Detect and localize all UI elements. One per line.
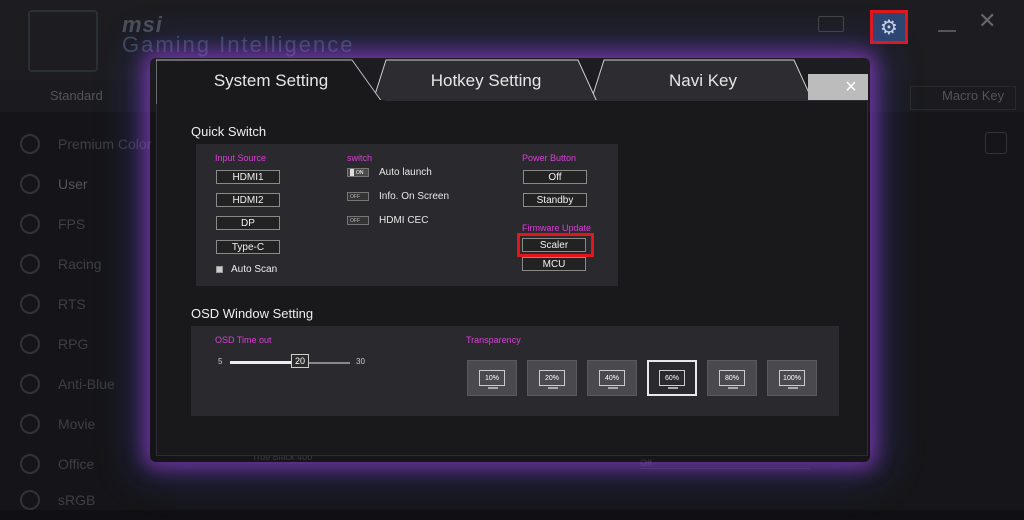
gear-icon: ⚙: [880, 16, 898, 39]
sidebar-item-srgb[interactable]: sRGB: [20, 480, 95, 520]
input-type-c-button[interactable]: Type-C: [216, 240, 280, 254]
color-icon: [20, 134, 40, 154]
monitor-icon: 40%: [599, 370, 625, 389]
brand-subtitle: Gaming Intelligence: [122, 32, 355, 57]
auto-launch-label: Auto launch: [379, 167, 432, 178]
monitor-icon: 60%: [659, 370, 685, 389]
toggle-knob: [350, 169, 354, 176]
rgb-icon: [20, 490, 40, 510]
transparency-label: Transparency: [466, 335, 521, 345]
power-button-label: Power Button: [522, 153, 577, 163]
hdmi-cec-row: OFF HDMI CEC: [347, 215, 428, 226]
refresh-icon[interactable]: [985, 132, 1007, 154]
auto-scan-row[interactable]: Auto Scan: [216, 264, 277, 275]
sidebar-item-movie[interactable]: Movie: [20, 404, 95, 444]
monitor-icon: 20%: [539, 370, 565, 389]
info-on-screen-row: OFF Info. On Screen: [347, 191, 449, 202]
monitor-icon: 100%: [779, 370, 805, 389]
close-icon: ×: [845, 75, 857, 98]
tab-hotkey-setting[interactable]: Hotkey Setting: [372, 58, 600, 104]
eye-icon: [20, 374, 40, 394]
toggle-state: ON: [356, 169, 364, 176]
toggle-state: OFF: [350, 193, 360, 200]
crosshair-icon: [20, 214, 40, 234]
input-hdmi2-button[interactable]: HDMI2: [216, 193, 280, 207]
osd-timeout-slider-fill: [230, 361, 300, 364]
monitor-icon: 10%: [479, 370, 505, 389]
transparency-10-button[interactable]: 10%: [467, 360, 517, 396]
auto-scan-checkbox[interactable]: [216, 266, 223, 273]
shield-icon: [20, 334, 40, 354]
sidebar-item-user[interactable]: User: [20, 164, 88, 204]
sidebar-item-fps[interactable]: FPS: [20, 204, 85, 244]
input-hdmi1-button[interactable]: HDMI1: [216, 170, 280, 184]
power-off-button[interactable]: Off: [523, 170, 587, 184]
power-standby-button[interactable]: Standby: [523, 193, 587, 207]
transparency-100-button[interactable]: 100%: [767, 360, 817, 396]
film-icon: [20, 414, 40, 434]
hdmi-cec-toggle[interactable]: OFF: [347, 216, 369, 225]
speedometer-icon: [20, 254, 40, 274]
transparency-20-button[interactable]: 20%: [527, 360, 577, 396]
modal-close-button[interactable]: ×: [838, 74, 864, 100]
monitor-icon: 80%: [719, 370, 745, 389]
input-source-label: Input Source: [215, 153, 267, 163]
firmware-scaler-button[interactable]: Scaler: [522, 238, 586, 252]
hdmi-cec-label: HDMI CEC: [379, 215, 429, 226]
sidebar-item-premium-color[interactable]: Premium Color: [20, 124, 151, 164]
transparency-40-button[interactable]: 40%: [587, 360, 637, 396]
osd-timeout-slider-thumb[interactable]: 20: [291, 354, 309, 368]
firmware-mcu-button[interactable]: MCU: [522, 257, 586, 271]
transparency-60-button[interactable]: 60%: [647, 360, 697, 396]
input-dp-button[interactable]: DP: [216, 216, 280, 230]
info-on-screen-toggle[interactable]: OFF: [347, 192, 369, 201]
osd-window-title: OSD Window Setting: [191, 306, 314, 321]
sidebar-item-rpg[interactable]: RPG: [20, 324, 88, 364]
firmware-update-label: Firmware Update: [522, 223, 592, 233]
tab-navi-key[interactable]: Navi Key: [590, 58, 816, 104]
user-icon: [20, 174, 40, 194]
toggle-state: OFF: [350, 217, 360, 224]
osd-timeout-label: OSD Time out: [215, 335, 272, 345]
settings-gear-button[interactable]: ⚙: [870, 10, 908, 44]
msi-dragon-logo: [28, 10, 98, 72]
window-close-button[interactable]: ✕: [978, 8, 996, 34]
switch-label: switch: [347, 153, 373, 163]
quick-switch-title: Quick Switch: [191, 124, 267, 139]
tab-macro-key[interactable]: Macro Key: [942, 88, 1004, 103]
sidebar-item-anti-blue[interactable]: Anti-Blue: [20, 364, 115, 404]
sidebar-item-rts[interactable]: RTS: [20, 284, 86, 324]
slider-max-value: 30: [356, 357, 365, 366]
sidebar-item-office[interactable]: Office: [20, 444, 94, 484]
tab-standard[interactable]: Standard: [50, 88, 103, 103]
tab-system-setting[interactable]: System Setting: [156, 58, 386, 104]
auto-launch-row: ON Auto launch: [347, 167, 432, 178]
transparency-80-button[interactable]: 80%: [707, 360, 757, 396]
sidebar-item-racing[interactable]: Racing: [20, 244, 102, 284]
info-on-screen-label: Info. On Screen: [379, 191, 450, 202]
monitor-icon[interactable]: [818, 16, 844, 32]
minimize-button[interactable]: [938, 30, 956, 32]
auto-scan-label: Auto Scan: [231, 264, 278, 275]
briefcase-icon: [20, 454, 40, 474]
auto-launch-toggle[interactable]: ON: [347, 168, 369, 177]
chess-icon: [20, 294, 40, 314]
slider-min-value: 5: [218, 357, 223, 366]
